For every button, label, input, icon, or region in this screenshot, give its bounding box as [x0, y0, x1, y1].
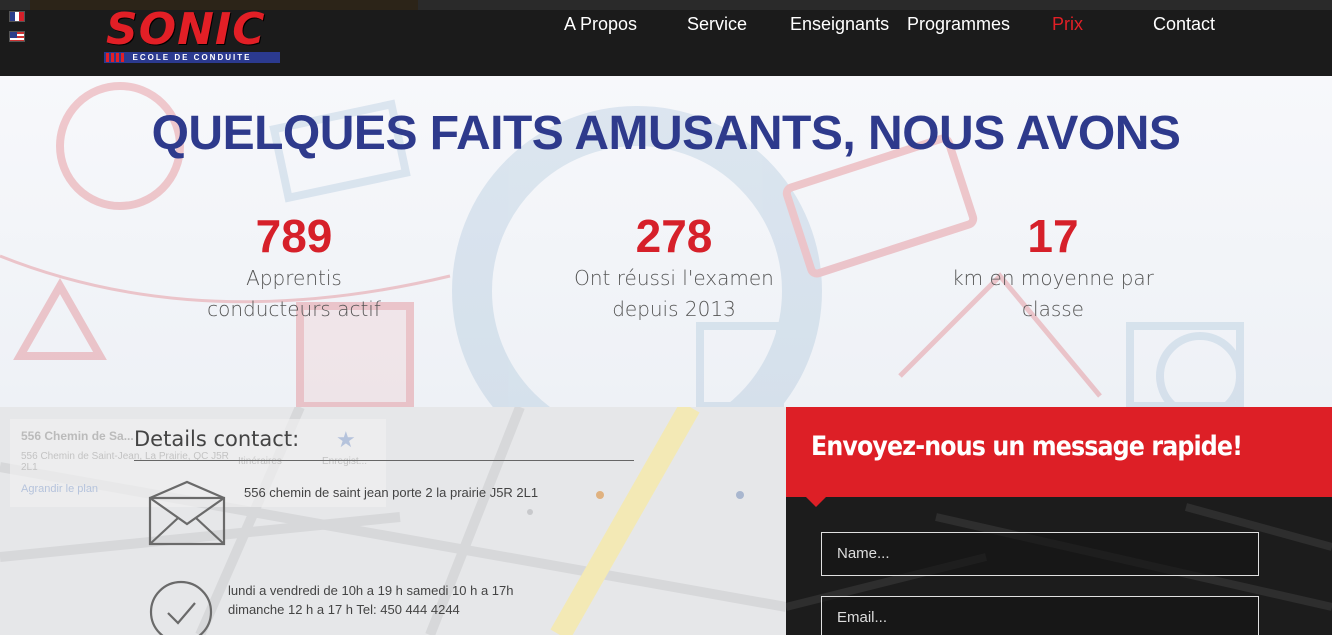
- fact-item: 278 Ont réussi l'examen depuis 2013: [544, 209, 804, 325]
- logo-subtitle-bar: ECOLE DE CONDUITE: [104, 52, 280, 63]
- map-save-link[interactable]: Enregist...: [322, 456, 367, 467]
- logo-wordmark: SONIC: [106, 4, 266, 55]
- french-flag-icon[interactable]: [9, 11, 25, 22]
- logo-stripes: [106, 53, 126, 62]
- contact-title-divider: [134, 460, 634, 461]
- site-logo[interactable]: SONIC ECOLE DE CONDUITE: [104, 8, 280, 64]
- fact-label-line2: classe: [1022, 297, 1084, 321]
- map-enlarge-link[interactable]: Agrandir le plan: [21, 483, 98, 495]
- fact-item: 789 Apprentis conducteurs actif: [164, 209, 424, 325]
- message-header: Envoyez-nous un message rapide!: [786, 407, 1332, 507]
- message-title: Envoyez-nous un message rapide!: [811, 431, 1243, 462]
- email-input[interactable]: Email...: [821, 596, 1259, 635]
- nav-item-enseignants[interactable]: Enseignants: [790, 14, 889, 35]
- nav-item-prix[interactable]: Prix: [1052, 14, 1083, 35]
- header-notch: [806, 497, 826, 507]
- contact-hours: lundi a vendredi de 10h a 19 h samedi 10…: [228, 583, 514, 617]
- fact-number: 278: [635, 210, 713, 262]
- site-header: SONIC ECOLE DE CONDUITE A Propos Service…: [0, 0, 1332, 76]
- map-directions-link[interactable]: Itinéraires: [238, 456, 282, 467]
- quick-message-section: Envoyez-nous un message rapide! Name... …: [786, 407, 1332, 635]
- fun-facts-section: QUELQUES FAITS AMUSANTS, NOUS AVONS 789 …: [0, 76, 1332, 407]
- fact-number: 17: [1027, 210, 1079, 262]
- nav-item-a-propos[interactable]: A Propos: [564, 14, 637, 35]
- fact-label-line1: Apprentis: [246, 266, 342, 290]
- logo-subtitle: ECOLE DE CONDUITE: [132, 53, 252, 62]
- nav-item-contact[interactable]: Contact: [1153, 14, 1215, 35]
- fact-label-line1: Ont réussi l'examen: [574, 266, 774, 290]
- nav-item-programmes[interactable]: Programmes: [907, 14, 1010, 35]
- contact-address: 556 chemin de saint jean porte 2 la prai…: [244, 485, 539, 500]
- fact-label-line1: km en moyenne par: [952, 266, 1154, 290]
- fact-label-line2: depuis 2013: [612, 297, 736, 321]
- check-circle-icon: [149, 580, 213, 635]
- fact-number: 789: [255, 210, 333, 262]
- name-input[interactable]: Name...: [821, 532, 1259, 576]
- nav-item-service[interactable]: Service: [687, 14, 747, 35]
- us-flag-icon[interactable]: [9, 31, 25, 42]
- envelope-icon: [148, 480, 226, 546]
- map-card-address: 556 Chemin de Saint-Jean, La Prairie, QC…: [21, 451, 229, 473]
- map-card-name: 556 Chemin de Sa...: [21, 429, 134, 443]
- fact-item: 17 km en moyenne par classe: [923, 209, 1183, 325]
- contact-details-title: Details contact:: [134, 427, 300, 451]
- language-switcher: [9, 11, 25, 51]
- contact-details-section: 556 Chemin de Sa... 556 Chemin de Saint-…: [0, 407, 786, 635]
- map-star-icon[interactable]: ★: [336, 427, 356, 453]
- facts-title: QUELQUES FAITS AMUSANTS, NOUS AVONS: [151, 107, 1181, 160]
- fact-label-line2: conducteurs actif: [207, 297, 381, 321]
